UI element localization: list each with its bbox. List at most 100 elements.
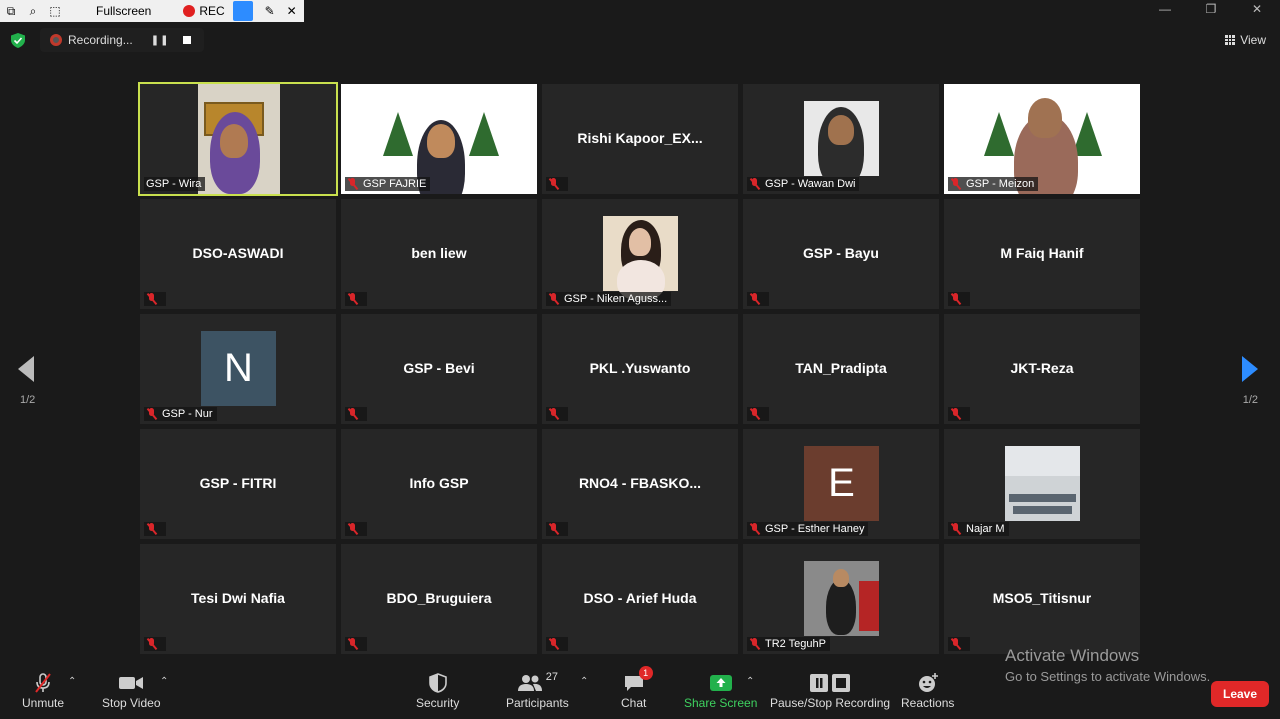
minimize-icon[interactable]: — bbox=[1142, 0, 1188, 20]
stop-recording-icon[interactable] bbox=[183, 36, 192, 44]
participant-tile[interactable]: GSP - Wira bbox=[138, 82, 338, 196]
participant-display-name: RNO4 - FBASKO... bbox=[578, 475, 702, 491]
zoom-window-icon[interactable]: ⌕ bbox=[22, 0, 44, 22]
audio-options-chevron-icon[interactable]: ⌃ bbox=[68, 676, 76, 687]
participant-tile[interactable]: GSP FAJRIE bbox=[341, 84, 537, 194]
security-label: Security bbox=[416, 696, 460, 710]
share-options-chevron-icon[interactable]: ⌃ bbox=[746, 676, 754, 687]
participant-tile[interactable]: GSP - Meizon bbox=[944, 84, 1140, 194]
participant-tile[interactable]: PKL .Yuswanto bbox=[542, 314, 738, 424]
participant-tile[interactable]: E GSP - Esther Haney bbox=[743, 429, 939, 539]
profile-photo bbox=[1005, 446, 1080, 521]
participant-tile[interactable]: MSO5_Titisnur bbox=[944, 544, 1140, 654]
participant-display-name: Tesi Dwi Nafia bbox=[191, 590, 285, 606]
security-button[interactable]: Security bbox=[416, 670, 459, 710]
participant-tile[interactable]: JKT-Reza bbox=[944, 314, 1140, 424]
participant-label bbox=[144, 522, 166, 536]
participant-name: GSP - Niken Aguss... bbox=[564, 293, 668, 305]
leave-button[interactable]: Leave bbox=[1211, 681, 1269, 707]
muted-mic-icon bbox=[548, 293, 560, 305]
grid-icon bbox=[1225, 35, 1236, 45]
participant-tile[interactable]: BDO_Bruguiera bbox=[341, 544, 537, 654]
participant-tile[interactable]: GSP - Bayu bbox=[743, 199, 939, 309]
share-screen-icon bbox=[709, 675, 732, 691]
participant-tile[interactable]: DSO-ASWADI bbox=[140, 199, 336, 309]
participants-button[interactable]: 27 Participants bbox=[506, 670, 569, 710]
participant-name: GSP - Wira bbox=[146, 178, 202, 190]
participant-label: GSP - Esther Haney bbox=[747, 522, 869, 536]
participant-tile[interactable]: Rishi Kapoor_EX... bbox=[542, 84, 738, 194]
pause-stop-recording-label: Pause/Stop Recording bbox=[770, 696, 891, 710]
muted-mic-icon bbox=[950, 408, 962, 420]
video-options-chevron-icon[interactable]: ⌃ bbox=[160, 676, 168, 687]
pause-recording-icon[interactable]: ❚❚ bbox=[151, 35, 170, 46]
participant-tile[interactable]: DSO - Arief Huda bbox=[542, 544, 738, 654]
participant-tile[interactable]: GSP - FITRI bbox=[140, 429, 336, 539]
page-indicator-left: 1/2 bbox=[20, 394, 36, 406]
page-indicator-right: 1/2 bbox=[1242, 394, 1258, 406]
previous-page-arrow-icon[interactable] bbox=[18, 356, 34, 382]
participant-tile[interactable]: N GSP - Nur bbox=[140, 314, 336, 424]
chat-button[interactable]: 1 Chat bbox=[621, 666, 653, 710]
shield-icon bbox=[428, 673, 447, 693]
participant-tile[interactable]: RNO4 - FBASKO... bbox=[542, 429, 738, 539]
participant-display-name: GSP - Bayu bbox=[803, 245, 879, 261]
participant-tile[interactable]: ben liew bbox=[341, 199, 537, 309]
reactions-button[interactable]: Reactions bbox=[901, 670, 954, 710]
close-icon[interactable]: ✕ bbox=[281, 0, 303, 22]
participant-tile[interactable]: Tesi Dwi Nafia bbox=[140, 544, 336, 654]
window-controls: — ❐ ✕ bbox=[1142, 0, 1280, 20]
window-close-icon[interactable]: ✕ bbox=[1234, 0, 1280, 20]
participant-name: TR2 TeguhP bbox=[765, 638, 826, 650]
pen-icon[interactable]: ✎ bbox=[259, 0, 281, 22]
recording-indicator: Recording... ❚❚ bbox=[40, 28, 204, 52]
participant-tile[interactable]: GSP - Niken Aguss... bbox=[542, 199, 738, 309]
participant-label: TR2 TeguhP bbox=[747, 637, 830, 651]
muted-mic-icon bbox=[749, 523, 761, 535]
pause-stop-recording-button[interactable]: Pause/Stop Recording bbox=[770, 670, 890, 710]
maximize-icon[interactable]: ❐ bbox=[1188, 0, 1234, 20]
participant-tile[interactable]: TAN_Pradipta bbox=[743, 314, 939, 424]
unmute-label: Unmute bbox=[22, 696, 65, 710]
fullscreen-button[interactable]: Fullscreen bbox=[96, 4, 151, 18]
participant-name: GSP - Meizon bbox=[966, 178, 1035, 190]
unmute-button[interactable]: Unmute bbox=[22, 670, 64, 710]
camera-icon[interactable] bbox=[232, 1, 253, 21]
video-feed bbox=[198, 84, 280, 194]
security-shield-icon[interactable] bbox=[11, 33, 25, 48]
watermark-title: Activate Windows bbox=[1005, 646, 1140, 665]
muted-mic-icon bbox=[749, 638, 761, 650]
participant-display-name: GSP - FITRI bbox=[199, 475, 277, 491]
participant-display-name: JKT-Reza bbox=[1010, 360, 1074, 376]
participant-label: GSP - Wawan Dwi bbox=[747, 177, 860, 191]
participant-tile[interactable]: Info GSP bbox=[341, 429, 537, 539]
muted-mic-icon bbox=[146, 638, 158, 650]
participant-label: GSP - Niken Aguss... bbox=[546, 292, 672, 306]
restore-icon[interactable]: ⧉ bbox=[0, 0, 22, 22]
participants-options-chevron-icon[interactable]: ⌃ bbox=[580, 676, 588, 687]
participant-tile[interactable]: M Faiq Hanif bbox=[944, 199, 1140, 309]
muted-mic-icon bbox=[749, 408, 761, 420]
participant-name: GSP - Nur bbox=[162, 408, 213, 420]
participant-tile[interactable]: TR2 TeguhP bbox=[743, 544, 939, 654]
participant-display-name: M Faiq Hanif bbox=[1000, 245, 1084, 261]
participant-tile[interactable]: GSP - Wawan Dwi bbox=[743, 84, 939, 194]
stop-video-label: Stop Video bbox=[102, 696, 161, 710]
participant-display-name: ben liew bbox=[411, 245, 467, 261]
participant-tile[interactable]: GSP - Bevi bbox=[341, 314, 537, 424]
participant-tile[interactable]: Najar M bbox=[944, 429, 1140, 539]
chat-badge: 1 bbox=[638, 666, 653, 680]
participant-label bbox=[948, 637, 970, 651]
windows-activation-watermark: Activate Windows Go to Settings to activ… bbox=[1005, 646, 1210, 684]
participant-name: Najar M bbox=[966, 523, 1005, 535]
next-page-arrow-icon[interactable] bbox=[1242, 356, 1258, 382]
view-button[interactable]: View bbox=[1225, 33, 1266, 47]
participant-label: GSP FAJRIE bbox=[345, 177, 431, 191]
participant-label bbox=[546, 177, 568, 191]
stop-video-button[interactable]: Stop Video bbox=[102, 670, 161, 710]
participant-label: Najar M bbox=[948, 522, 1009, 536]
muted-mic-icon bbox=[347, 638, 359, 650]
crop-icon[interactable]: ⬚ bbox=[44, 0, 66, 22]
participant-display-name: DSO-ASWADI bbox=[192, 245, 284, 261]
rec-button[interactable]: REC bbox=[199, 4, 224, 18]
